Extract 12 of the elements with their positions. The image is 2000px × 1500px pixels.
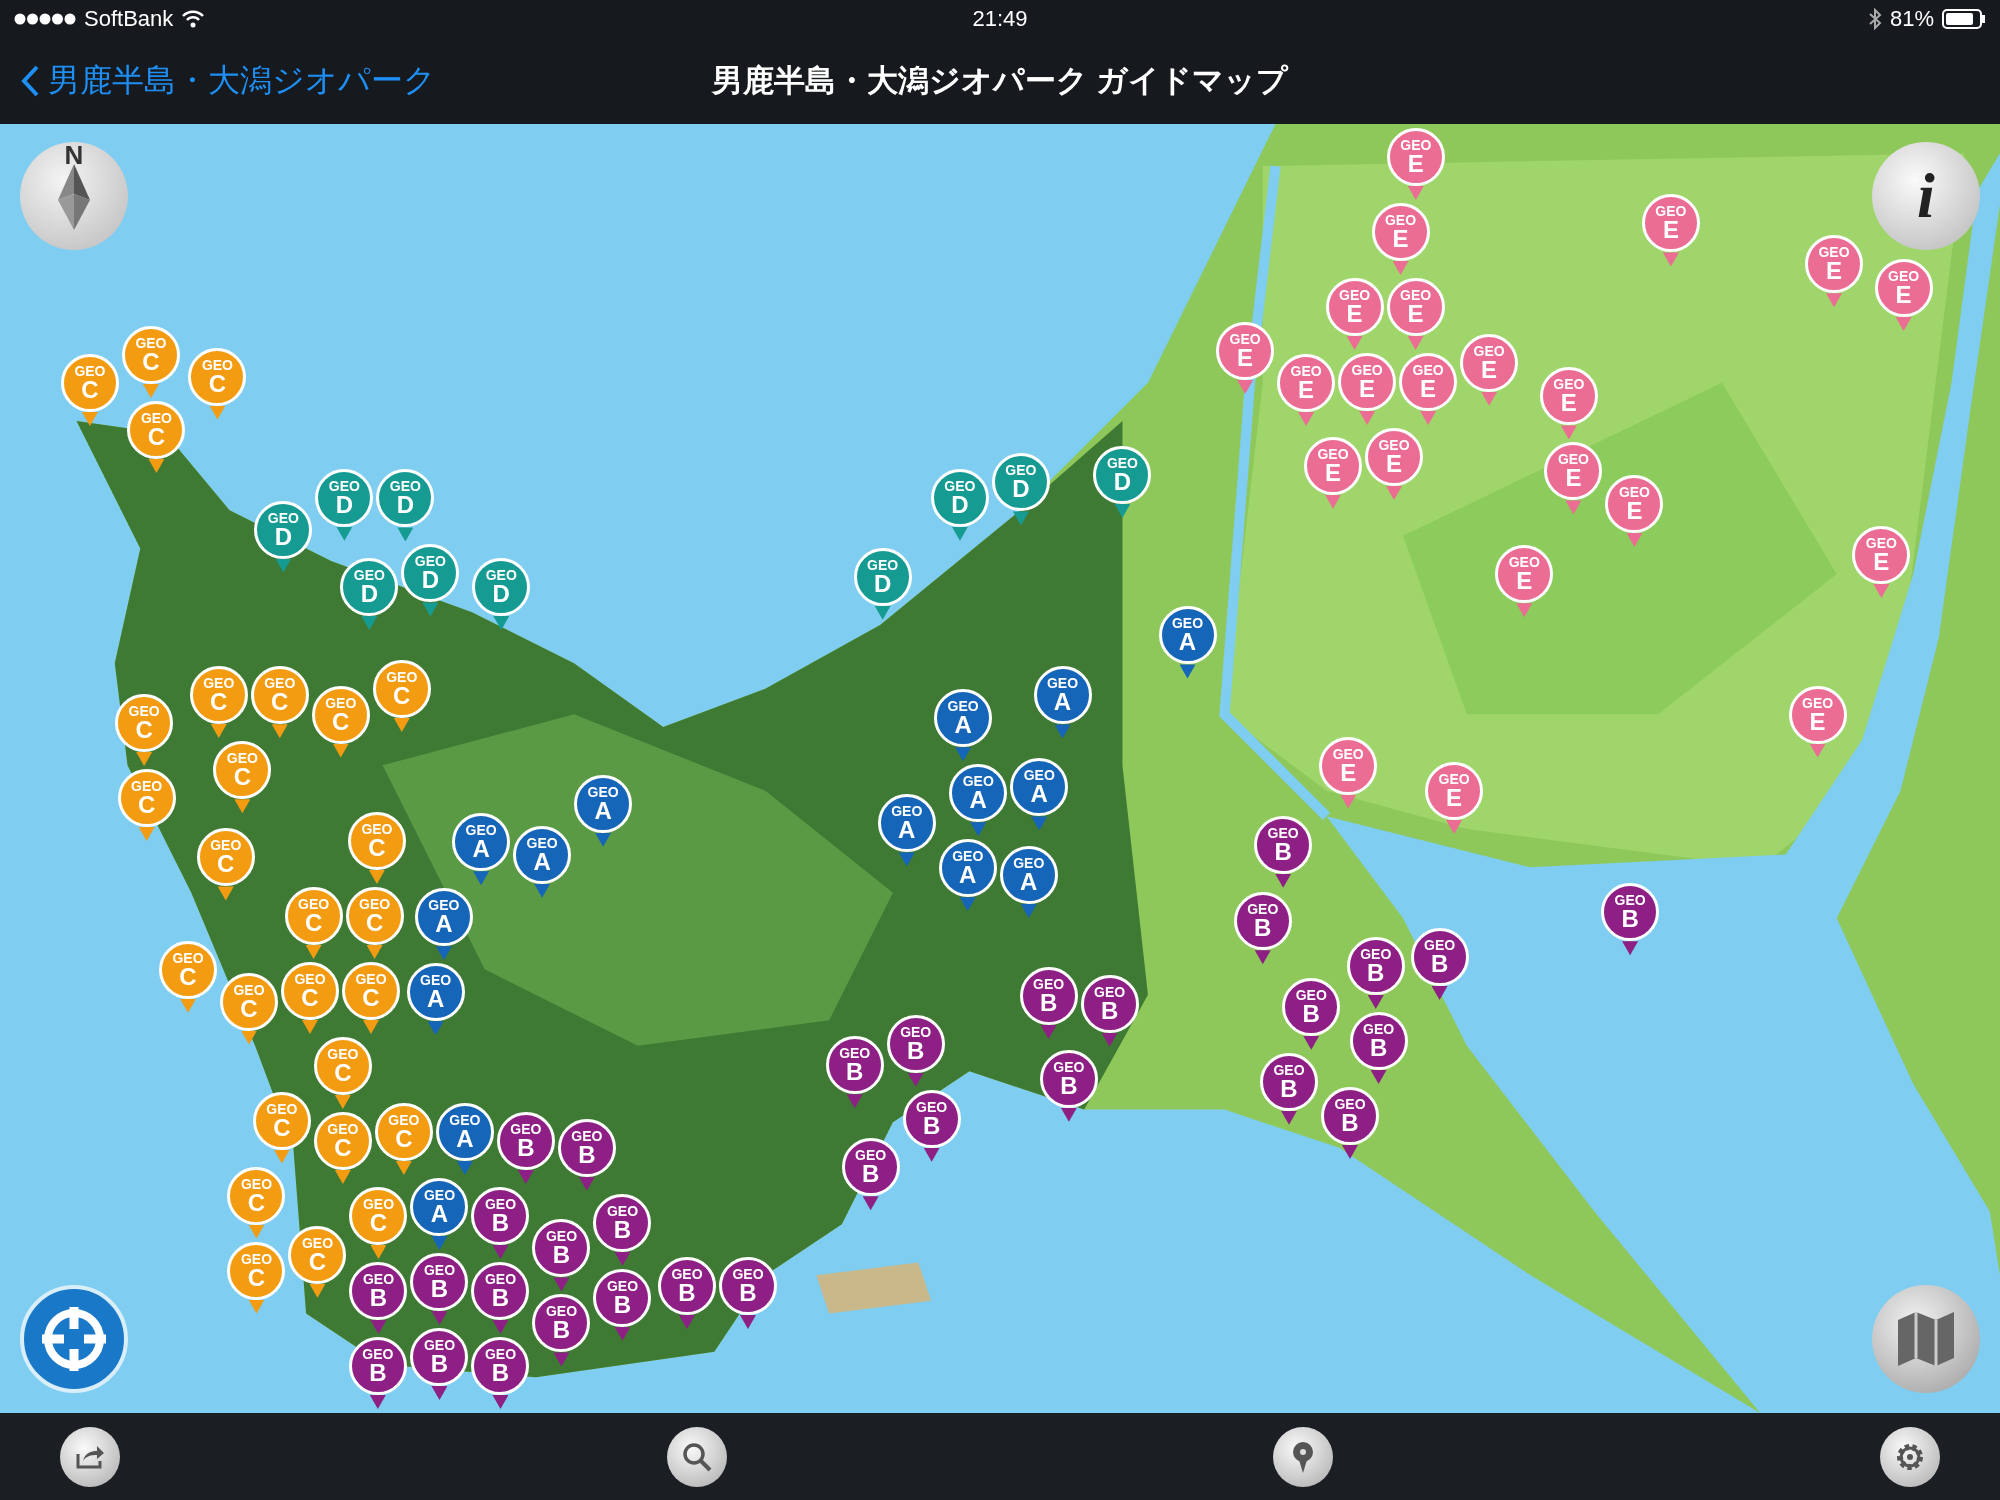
signal-icon <box>14 12 76 26</box>
screen-title: 男鹿半島・大潟ジオパーク ガイドマップ <box>711 62 1289 100</box>
wifi-icon <box>181 10 206 28</box>
clock-time: 21:49 <box>972 6 1028 32</box>
bluetooth-icon <box>1867 8 1882 30</box>
search-icon <box>680 1440 713 1473</box>
back-chevron-icon <box>20 64 40 98</box>
battery-percent: 81% <box>1889 6 1934 32</box>
back-link[interactable]: 男鹿半島・大潟ジオパーク <box>20 59 436 103</box>
battery-icon <box>1942 9 1986 29</box>
carrier-name: SoftBank <box>84 6 174 32</box>
share-icon <box>75 1443 105 1470</box>
